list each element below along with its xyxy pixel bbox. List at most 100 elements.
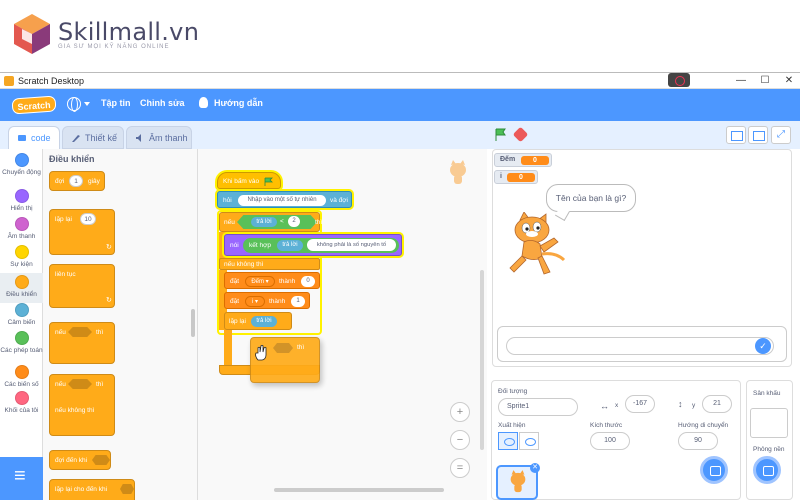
category-motion[interactable]: Chuyển động — [0, 153, 43, 187]
sprite-tile-sprite1[interactable]: ✕ — [496, 463, 540, 500]
delete-sprite-icon[interactable]: ✕ — [530, 463, 540, 473]
tab-costumes[interactable]: Thiết kế — [62, 126, 124, 149]
variable-dropdown[interactable]: i ▾ — [245, 296, 265, 307]
condition-slot[interactable] — [92, 455, 110, 465]
size-input[interactable]: 100 — [590, 432, 630, 450]
category-sound[interactable]: Âm thanh — [0, 217, 43, 245]
variable-dropdown[interactable]: Đếm ▾ — [245, 276, 275, 287]
hide-sprite-button[interactable] — [519, 432, 539, 450]
block-if-else[interactable]: nếu thì nếu không thì — [49, 374, 115, 436]
condition-slot[interactable] — [68, 327, 92, 337]
close-button[interactable]: ✕ — [778, 73, 800, 89]
when-flag-clicked-block[interactable]: Khi bấm vào — [217, 172, 281, 189]
else-label-bar: nếu không thì — [219, 258, 320, 270]
add-sprite-button[interactable] — [700, 456, 728, 484]
block-label: đợi đến khi — [55, 457, 88, 464]
green-flag-button[interactable] — [491, 127, 509, 143]
not-prime-text-input[interactable]: không phải là số nguyên tố — [307, 239, 396, 251]
block-wait-until[interactable]: đợi đến khi — [49, 450, 111, 470]
value-input[interactable]: 0 — [301, 276, 315, 287]
category-looks[interactable]: Hiển thị — [0, 189, 43, 217]
chevron-down-icon — [84, 102, 90, 106]
minimize-button[interactable]: — — [730, 73, 752, 89]
value-input[interactable]: 1 — [291, 296, 305, 307]
category-my-blocks[interactable]: Khối của tôi — [0, 391, 43, 419]
category-dot — [14, 365, 29, 379]
block-label: nói — [230, 242, 239, 249]
tab-code[interactable]: code — [8, 126, 60, 149]
menu-file[interactable]: Tập tin — [101, 98, 131, 108]
direction-label: Hướng di chuyển — [678, 422, 729, 429]
fullscreen-button[interactable]: ⤢ — [771, 126, 791, 144]
show-sprite-button[interactable] — [498, 432, 518, 450]
condition-slot[interactable] — [120, 484, 134, 494]
tab-sounds-label: Âm thanh — [149, 133, 188, 143]
block-if-then[interactable]: nếu thì — [49, 322, 115, 364]
scratch-logo[interactable]: Scratch — [11, 95, 57, 115]
script-horizontal-scrollbar[interactable] — [274, 488, 444, 492]
speech-bubble: Tên của bạn là gì? — [546, 184, 636, 212]
ask-and-wait-block[interactable]: hỏi Nhập vào một số tự nhiên và đợi — [217, 191, 352, 208]
answer-reporter[interactable]: trả lời — [251, 316, 277, 327]
set-variable-block[interactable]: đặt Đếm ▾ thành 0 — [224, 272, 320, 289]
repeat-input[interactable]: 10 — [80, 213, 96, 225]
language-globe-icon[interactable] — [67, 97, 81, 112]
block-label: và đợi — [330, 197, 348, 204]
stage-thumbnail[interactable] — [750, 408, 788, 438]
add-backdrop-button[interactable] — [753, 456, 781, 484]
ask-text-input[interactable]: Nhập vào một số tự nhiên — [238, 195, 326, 206]
block-label: Khi bấm vào — [223, 178, 260, 185]
scratch-app-icon — [4, 76, 14, 86]
add-extension-button[interactable] — [0, 457, 43, 500]
answer-reporter[interactable]: trả lời — [277, 240, 303, 251]
answer-input[interactable] — [506, 337, 774, 355]
wait-input[interactable]: 1 — [69, 175, 83, 187]
record-icon[interactable] — [668, 73, 690, 87]
answer-reporter[interactable]: trả lời — [251, 217, 277, 227]
scratch-cat-sprite[interactable] — [502, 212, 574, 282]
category-dot — [14, 153, 29, 167]
category-sensing[interactable]: Cảm biến — [0, 303, 43, 331]
set-variable-block[interactable]: đặt i ▾ thành 1 — [224, 292, 310, 309]
sprite-name-input[interactable]: Sprite1 — [498, 398, 578, 416]
small-stage-button[interactable] — [726, 126, 746, 144]
menu-tutorials[interactable]: Hướng dẫn — [214, 98, 263, 108]
category-events[interactable]: Sự kiện — [0, 245, 43, 273]
zoom-in-button[interactable]: + — [450, 402, 470, 422]
tab-sounds[interactable]: Âm thanh — [126, 126, 192, 149]
category-label: Các phép toán — [0, 347, 43, 354]
repeat-block[interactable]: lặp lại trả lời — [224, 312, 292, 330]
normal-stage-button[interactable] — [748, 126, 768, 144]
x-position-input[interactable]: -167 — [625, 395, 655, 413]
block-repeat[interactable]: lặp lại 10 ↻ — [49, 209, 115, 255]
direction-input[interactable]: 90 — [678, 432, 718, 450]
monitor-value: 0 — [507, 173, 535, 182]
category-dot — [14, 303, 29, 317]
maximize-button[interactable]: ☐ — [754, 73, 776, 89]
category-dot — [14, 189, 29, 203]
zoom-reset-button[interactable]: = — [450, 458, 470, 478]
number-input[interactable]: 2 — [288, 216, 300, 227]
palette-scrollbar[interactable] — [191, 309, 195, 337]
block-label: kết hợp — [249, 242, 271, 249]
cat-sprite-icon — [510, 470, 526, 493]
category-control[interactable]: Điều khiển — [0, 273, 43, 303]
condition-slot[interactable] — [68, 379, 92, 389]
script-vertical-scrollbar[interactable] — [480, 270, 484, 450]
condition-slot[interactable] — [273, 343, 293, 353]
say-block[interactable]: nói kết hợp trả lời không phải là số ngu… — [224, 234, 402, 256]
block-wait[interactable]: đợi 1 giây — [49, 171, 105, 191]
less-than-operator[interactable] — [237, 215, 317, 229]
menu-edit[interactable]: Chỉnh sửa — [140, 98, 185, 108]
block-forever[interactable]: liên tục ↻ — [49, 264, 115, 308]
block-repeat-until[interactable]: lặp lại cho đến khi — [49, 479, 135, 500]
stage-pane-title: Sân khấu — [753, 390, 781, 397]
category-variables[interactable]: Các biến số — [0, 365, 43, 393]
operator-symbol: < — [280, 218, 284, 225]
zoom-out-button[interactable]: − — [450, 430, 470, 450]
submit-check-button[interactable]: ✓ — [755, 338, 771, 354]
y-position-input[interactable]: 21 — [702, 395, 732, 413]
category-operators[interactable]: Các phép toán — [0, 331, 43, 365]
if-else-block[interactable]: nếu trả lời < 2 thì — [219, 212, 322, 232]
block-label: thì — [96, 329, 104, 336]
